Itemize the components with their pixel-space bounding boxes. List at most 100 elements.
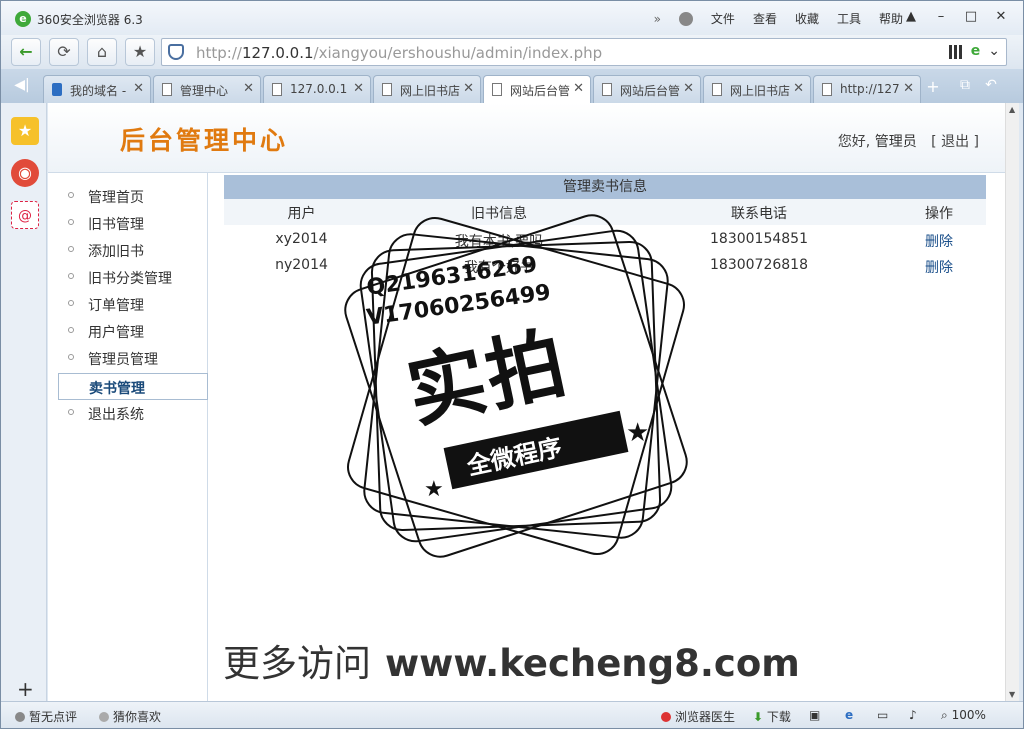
undo-close-icon[interactable]: ↶ xyxy=(981,77,1001,97)
recommend-status[interactable]: 猜你喜欢 xyxy=(99,708,161,725)
delete-link[interactable]: 删除 xyxy=(884,231,994,251)
close-button[interactable]: ✕ xyxy=(987,7,1015,27)
refresh-button[interactable]: ⟳ xyxy=(49,38,79,66)
tab-bar: ◀| 我的域名 - ✕ 管理中心 ✕ 127.0.0.1 ✕ 网上旧书店 ✕ 网站后台管… xyxy=(1,69,1023,103)
logout-link[interactable]: [ 退出 ] xyxy=(931,134,979,150)
favorite-button[interactable]: ★ xyxy=(125,38,155,66)
bullet-icon xyxy=(68,219,74,225)
volume-icon[interactable]: ♪ xyxy=(909,708,917,722)
tab-site-admin[interactable]: 网站后台管 ✕ xyxy=(593,75,701,103)
page-icon xyxy=(602,83,612,96)
col-book-info: 旧书信息 xyxy=(471,206,527,222)
page-icon xyxy=(492,83,502,96)
table-row: ny2014 我有个好书 18300726818 删除 xyxy=(224,253,986,279)
menu-sell-books[interactable]: 卖书管理 xyxy=(58,373,208,400)
rating-status[interactable]: 暂无点评 xyxy=(15,708,77,725)
bullet-icon xyxy=(68,273,74,279)
menu-admins[interactable]: 管理员管理 xyxy=(58,345,208,372)
menu-orders[interactable]: 订单管理 xyxy=(58,291,208,318)
menu-home[interactable]: 管理首页 xyxy=(58,183,208,210)
bullet-icon xyxy=(68,354,74,360)
favorites-star-icon[interactable]: ★ xyxy=(11,117,39,145)
page-icon xyxy=(52,83,62,96)
page-icon xyxy=(382,83,392,96)
footer-site: www.kecheng8.com xyxy=(385,642,800,685)
menu-add-book[interactable]: 添加旧书 xyxy=(58,237,208,264)
shield-icon xyxy=(168,44,184,60)
address-bar[interactable]: http://127.0.0.1/xiangyou/ershoushu/admi… xyxy=(161,38,1007,66)
home-button[interactable]: ⌂ xyxy=(87,38,117,66)
close-tab-icon[interactable]: ✕ xyxy=(573,81,584,96)
menu-tools[interactable]: 工具 xyxy=(837,10,861,27)
tab-bookstore[interactable]: 网上旧书店 ✕ xyxy=(373,75,481,103)
back-button[interactable]: ← xyxy=(11,38,41,66)
user-icon[interactable] xyxy=(678,11,693,26)
tab-site-admin-active[interactable]: 网站后台管 ✕ xyxy=(483,75,591,103)
zoom-control[interactable]: ⌕ 100% xyxy=(941,708,986,723)
url-text[interactable]: http://127.0.0.1/xiangyou/ershoushu/admi… xyxy=(196,44,602,62)
bullet-icon xyxy=(68,192,74,198)
qr-code-icon[interactable] xyxy=(948,45,963,59)
restore-tabs-icon[interactable]: ⧉ xyxy=(955,77,975,97)
close-tab-icon[interactable]: ✕ xyxy=(243,81,254,96)
tab-http[interactable]: http://127 ✕ xyxy=(813,75,921,103)
download-icon: ⬇ xyxy=(753,710,764,724)
tab-my-domain[interactable]: 我的域名 - ✕ xyxy=(43,75,151,103)
page-icon xyxy=(822,83,832,96)
menu-users[interactable]: 用户管理 xyxy=(58,318,208,345)
close-tab-icon[interactable]: ✕ xyxy=(793,81,804,96)
close-tab-icon[interactable]: ✕ xyxy=(463,81,474,96)
window-icon[interactable]: ▭ xyxy=(877,708,888,722)
delete-link[interactable]: 删除 xyxy=(884,257,994,277)
page-icon xyxy=(162,83,172,96)
menu-file[interactable]: 文件 xyxy=(711,10,735,27)
site-title: 后台管理中心 xyxy=(120,126,289,155)
rating-icon xyxy=(15,712,25,722)
mail-icon[interactable]: @ xyxy=(11,201,39,229)
window-controls: ▲ – □ ✕ xyxy=(897,7,1015,27)
close-tab-icon[interactable]: ✕ xyxy=(903,81,914,96)
table-title: 管理卖书信息 xyxy=(224,175,986,199)
scroll-down-icon[interactable]: ▼ xyxy=(1009,690,1015,699)
bullet-icon xyxy=(68,409,74,415)
window-title: 360安全浏览器 6.3 xyxy=(37,13,143,27)
minimize-button[interactable]: – xyxy=(927,7,955,27)
bullet-icon xyxy=(68,300,74,306)
col-user: 用户 xyxy=(287,206,316,222)
browser-doctor[interactable]: 浏览器医生 xyxy=(661,708,735,725)
menu-books[interactable]: 旧书管理 xyxy=(58,210,208,237)
cell-user: xy2014 xyxy=(275,231,328,247)
tab-admin-center[interactable]: 管理中心 ✕ xyxy=(153,75,261,103)
chevron-down-icon[interactable]: ⌄ xyxy=(988,43,1000,59)
add-sidebar-icon[interactable]: + xyxy=(17,677,34,701)
weibo-icon[interactable]: ◉ xyxy=(11,159,39,187)
menu-exit[interactable]: 退出系统 xyxy=(58,400,208,427)
admin-header: 后台管理中心 您好, 管理员 [ 退出 ] xyxy=(48,103,1005,173)
menu-favorites[interactable]: 收藏 xyxy=(795,10,819,27)
user-name: 管理员 xyxy=(874,134,917,150)
maximize-button[interactable]: □ xyxy=(957,7,985,27)
tab-localhost[interactable]: 127.0.0.1 ✕ xyxy=(263,75,371,103)
speed-icon[interactable]: ▣ xyxy=(809,708,820,722)
admin-sidebar: 管理首页 旧书管理 添加旧书 旧书分类管理 订单管理 用户管理 管理员管理 卖书… xyxy=(58,173,208,701)
vertical-scrollbar[interactable]: ▲ ▼ xyxy=(1005,103,1019,701)
close-tab-icon[interactable]: ✕ xyxy=(683,81,694,96)
skin-icon[interactable]: ▲ xyxy=(897,7,925,27)
navigation-bar: ← ⟳ ⌂ ★ http://127.0.0.1/xiangyou/ershou… xyxy=(1,35,1023,69)
menu-view[interactable]: 查看 xyxy=(753,10,777,27)
close-tab-icon[interactable]: ✕ xyxy=(353,81,364,96)
doctor-icon xyxy=(661,712,671,722)
tab-bookstore-2[interactable]: 网上旧书店 ✕ xyxy=(703,75,811,103)
download-button[interactable]: ⬇ 下载 xyxy=(753,708,791,725)
sidebar-toggle-icon[interactable]: ◀| xyxy=(7,77,37,99)
ie-mode-icon[interactable]: e xyxy=(971,43,981,59)
page-icon xyxy=(712,83,722,96)
new-tab-button[interactable]: + xyxy=(923,77,943,97)
cell-user: ny2014 xyxy=(275,257,328,273)
menu-categories[interactable]: 旧书分类管理 xyxy=(58,264,208,291)
scroll-up-icon[interactable]: ▲ xyxy=(1009,105,1015,114)
cell-phone: 18300726818 xyxy=(710,257,808,273)
ie-icon[interactable]: e xyxy=(845,708,853,722)
chevron-right-icon[interactable]: » xyxy=(654,12,661,26)
close-tab-icon[interactable]: ✕ xyxy=(133,81,144,96)
